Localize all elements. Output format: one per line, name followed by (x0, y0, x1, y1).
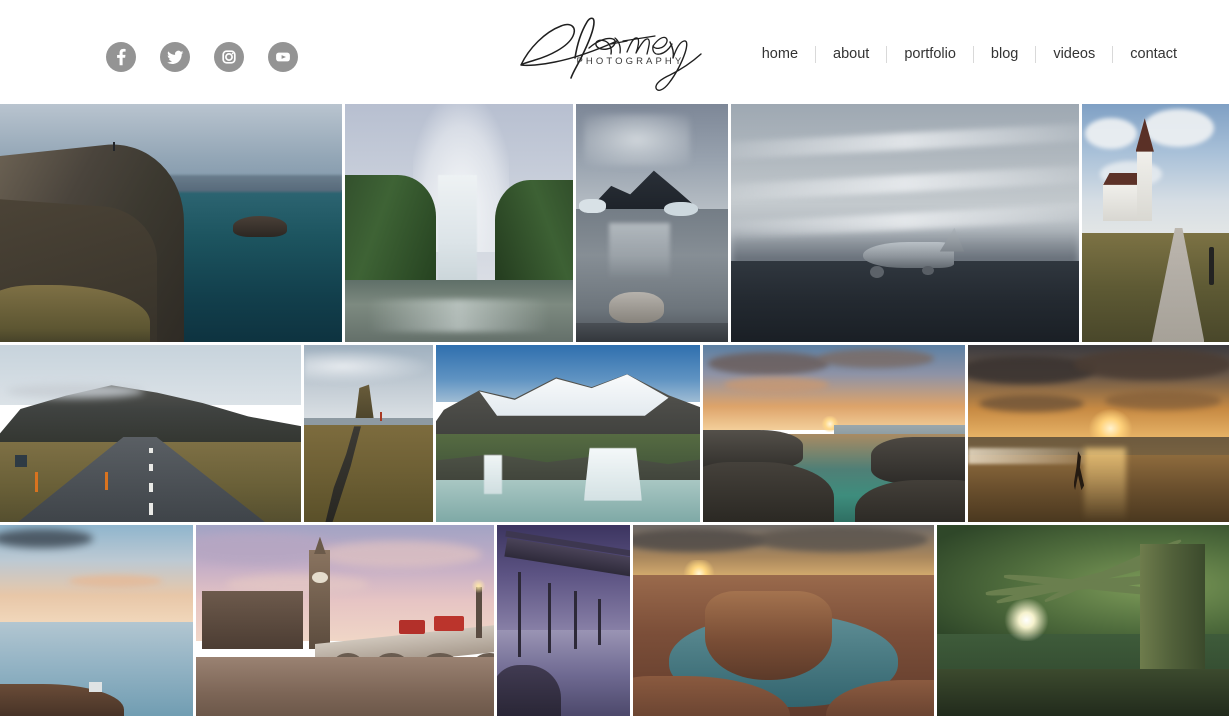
photo-snow-mountain-waterfall (436, 345, 700, 522)
photo-open-road (0, 345, 301, 522)
photo-pastel-seascape (0, 525, 193, 716)
nav-item-about[interactable]: about (816, 44, 886, 64)
photo-banyan-tree (937, 525, 1229, 716)
twitter-link[interactable] (160, 42, 190, 72)
nav-item-portfolio[interactable]: portfolio (887, 44, 973, 64)
nav-item-contact[interactable]: contact (1113, 44, 1177, 64)
gallery-row (0, 104, 1229, 342)
nav-item-blog[interactable]: blog (974, 44, 1035, 64)
nav-item-videos[interactable]: videos (1036, 44, 1112, 64)
nav-item-home[interactable]: home (762, 44, 815, 64)
youtube-link[interactable] (268, 42, 298, 72)
gallery-tile[interactable] (436, 345, 700, 522)
gallery-tile[interactable] (196, 525, 494, 716)
gallery-row (0, 525, 1229, 716)
gallery-tile[interactable] (731, 104, 1079, 342)
twitter-icon (160, 42, 190, 72)
gallery-tile[interactable] (0, 525, 193, 716)
photo-iceberg-lagoon (576, 104, 728, 342)
gallery-tile[interactable] (0, 104, 342, 342)
instagram-icon (214, 42, 244, 72)
facebook-icon (106, 42, 136, 72)
gallery-tile[interactable] (0, 345, 301, 522)
brand-signature-mark: PHOTOGRAPHY (515, 8, 715, 94)
photo-pier-blue-hour (497, 525, 630, 716)
photo-big-ben-bridge (196, 525, 494, 716)
site-header: PHOTOGRAPHY home about portfolio blog vi… (0, 0, 1229, 104)
gallery-tile[interactable] (968, 345, 1229, 522)
main-navigation: home about portfolio blog videos contact (762, 44, 1177, 64)
gallery-tile[interactable] (937, 525, 1229, 716)
gallery-tile[interactable] (703, 345, 965, 522)
photo-horseshoe-bend (633, 525, 934, 716)
photo-plane-wreck (731, 104, 1079, 342)
gallery-row (0, 345, 1229, 522)
gallery-tile[interactable] (345, 104, 573, 342)
photo-rock-pool-sunset (703, 345, 965, 522)
photo-church-path (1082, 104, 1229, 342)
social-links (106, 42, 298, 72)
gallery-tile[interactable] (497, 525, 630, 716)
photo-gallery (0, 104, 1229, 716)
gallery-tile[interactable] (633, 525, 934, 716)
youtube-icon (268, 42, 298, 72)
gallery-tile[interactable] (1082, 104, 1229, 342)
instagram-link[interactable] (214, 42, 244, 72)
gallery-tile[interactable] (576, 104, 728, 342)
photo-beach-runner-sunset (968, 345, 1229, 522)
facebook-link[interactable] (106, 42, 136, 72)
photo-waterfall (345, 104, 573, 342)
photo-kirkjufell-stream (304, 345, 433, 522)
gallery-tile[interactable] (304, 345, 433, 522)
brand-subtitle: PHOTOGRAPHY (576, 56, 685, 67)
photo-basalt-cliff (0, 104, 342, 342)
